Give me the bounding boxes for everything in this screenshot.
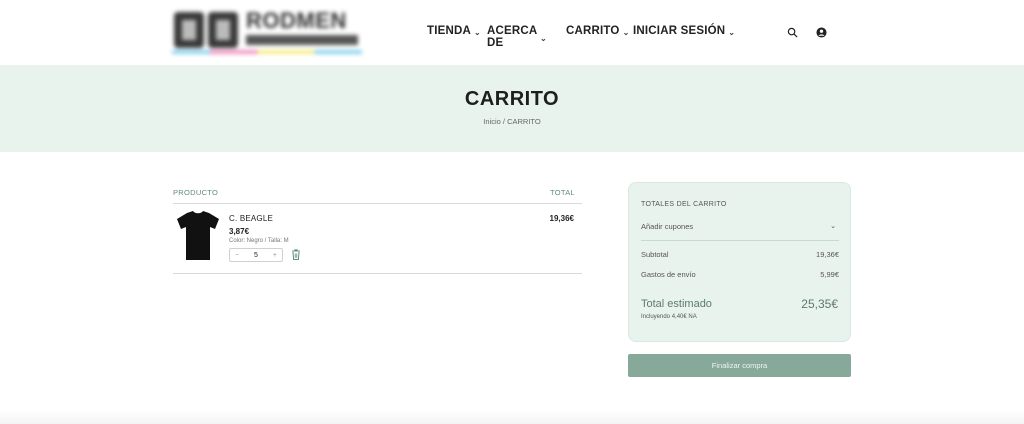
chevron-down-icon: ⌄ [539, 33, 547, 43]
shipping-value: 5,99€ [820, 270, 839, 279]
page-hero: CARRITO Inicio / CARRITO [0, 65, 1024, 152]
cart-totals-title: TOTALES DEL CARRITO [641, 201, 727, 208]
tax-note: Incluyendo 4,40€ NA [641, 314, 697, 320]
nav-item-tienda[interactable]: TIENDA ⌄ [427, 25, 481, 37]
logo-mark-icon [174, 12, 238, 48]
logo-text: RODMEN [246, 8, 347, 33]
trash-icon[interactable] [291, 249, 301, 260]
column-header-product: PRODUCTO [173, 188, 219, 197]
cart-item-row: C. BEAGLE 3,87€ Color: Negro / Talla: M … [173, 204, 582, 274]
search-icon[interactable] [787, 27, 798, 38]
footer-edge [0, 410, 1024, 424]
chevron-down-icon: ⌄ [728, 27, 736, 37]
quantity-value[interactable]: 5 [254, 252, 258, 259]
chevron-down-icon: ⌄ [474, 27, 481, 37]
add-coupon-label: Añadir cupones [641, 222, 694, 231]
nav-label: CARRITO [566, 25, 620, 37]
nav-label: ACERCA DE [487, 25, 537, 49]
cart-totals-card: TOTALES DEL CARRITO Añadir cupones ⌄ Sub… [628, 182, 851, 342]
nav-label: INICIAR SESIÓN [633, 25, 726, 37]
divider [641, 240, 839, 241]
product-variant: Color: Negro / Talla: M [229, 238, 289, 244]
add-coupon-toggle[interactable]: Añadir cupones ⌄ [641, 222, 839, 231]
nav-item-acerca-de[interactable]: ACERCA DE ⌄ [487, 25, 547, 49]
breadcrumb-current: CARRITO [507, 117, 541, 126]
shipping-label: Gastos de envío [641, 270, 696, 279]
subtotal-row: Subtotal 19,36€ [641, 250, 839, 259]
cart-table-header: PRODUCTO TOTAL [173, 188, 582, 204]
shipping-row: Gastos de envío 5,99€ [641, 270, 839, 279]
estimated-total-value: 25,35€ [801, 297, 838, 311]
column-header-total: TOTAL [550, 188, 575, 197]
chevron-down-icon: ⌄ [830, 223, 836, 230]
logo-stripe [172, 50, 362, 54]
logo-subtext [246, 35, 358, 45]
chevron-down-icon: ⌄ [622, 27, 630, 37]
site-header: RODMEN TIENDA ⌄ ACERCA DE ⌄ CARRITO ⌄ INICI… [0, 0, 1024, 65]
product-unit-price: 3,87€ [229, 227, 250, 236]
quantity-increase-button[interactable]: + [273, 252, 277, 259]
breadcrumb-home-link[interactable]: Inicio [483, 117, 501, 126]
checkout-button[interactable]: Finalizar compra [628, 354, 851, 377]
nav-item-carrito[interactable]: CARRITO ⌄ [566, 25, 629, 37]
subtotal-value: 19,36€ [816, 250, 839, 259]
subtotal-label: Subtotal [641, 250, 669, 259]
site-logo[interactable]: RODMEN [172, 8, 362, 54]
page-title: CARRITO [464, 88, 560, 110]
estimated-total-label: Total estimado [641, 298, 712, 310]
product-thumbnail[interactable] [175, 210, 221, 262]
user-icon[interactable] [816, 27, 827, 38]
product-name[interactable]: C. BEAGLE [229, 214, 273, 223]
product-line-total: 19,36€ [549, 214, 574, 223]
breadcrumb: Inicio / CARRITO [0, 117, 1024, 126]
quantity-stepper: − 5 + [229, 248, 283, 262]
nav-label: TIENDA [427, 25, 472, 37]
nav-item-iniciar-sesion[interactable]: INICIAR SESIÓN ⌄ [633, 25, 735, 37]
quantity-decrease-button[interactable]: − [235, 252, 239, 259]
